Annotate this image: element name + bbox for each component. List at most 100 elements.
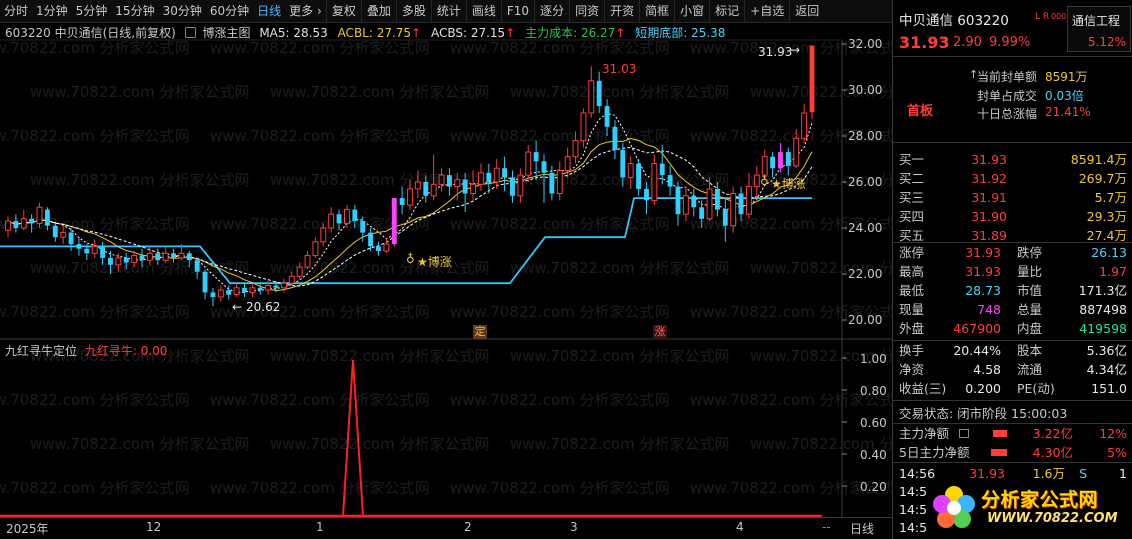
toolbar-timeshare[interactable]: 分时 [0,0,32,23]
candle-body [414,181,421,190]
order-book: 卖一卖二卖三卖四卖五买一31.938591.4万买二31.92269.7万买三3… [893,150,1132,243]
stat-label: 涨停 [899,245,925,260]
stats-row: 现量 748 总量 887498 [893,300,1132,319]
stats-row: 换手 20.44% 股本 5.36亿 [893,341,1132,360]
candle-body [320,227,327,243]
orderbook-row[interactable]: 买三 31.91 5.7万 [893,188,1132,207]
sub-indicator-value: 九红寻牛: 0.00 [84,344,168,358]
quote-header: 中贝通信 603220 L R 000 通信工程 5.12% 31.93 2.9… [893,0,1132,56]
toolbar-mini-window[interactable]: 小窗 [675,0,711,23]
candle-body [423,182,429,196]
logo-title: 分析家公式网 [981,489,1099,511]
candle-body [29,218,35,224]
watermark-text: www.70822.com 分析家公式网 [270,259,490,277]
orderbook-volume: 269.7万 [1078,171,1127,186]
candle-body [502,168,508,178]
quote-panel: 中贝通信 603220 L R 000 通信工程 5.12% 31.93 2.9… [892,0,1132,539]
watermark-text: www.70822.com 分析家公式网 [30,83,250,101]
signal-label: ★博涨 [417,255,452,269]
candle-body [376,246,381,251]
price-tick: 28.00 [848,129,883,143]
orderbook-row[interactable]: 买二 31.92 269.7万 [893,169,1132,188]
toolbar-adjust[interactable]: 复权 [327,0,362,23]
sub-tick: 0.60 [860,416,887,430]
candle-body [745,186,752,215]
orderbook-label: 买一 [899,152,925,167]
orderbook-row[interactable]: 买四 31.90 29.3万 [893,207,1132,226]
toolbar-mark[interactable]: 标记 [710,0,746,23]
toolbar-more[interactable]: 更多 › [285,0,327,23]
toolbar-open-capital[interactable]: 开资 [605,0,641,23]
candle-body [470,183,477,195]
candle-body [407,188,413,206]
date-label: 1 [316,520,324,534]
high-label-left: 31.03 [602,62,637,76]
candle-body [588,80,595,114]
candle-body [612,126,618,150]
signal-label: ★博涨 [771,177,806,191]
candle-body [699,207,705,219]
toolbar-draw[interactable]: 画线 [467,0,502,23]
candle-body [178,252,185,259]
toolbar-30min[interactable]: 30分钟 [159,0,206,23]
fund-detail-icon[interactable] [959,429,969,438]
candle-body [761,156,768,176]
sub-tick: 0.20 [860,480,887,494]
sector-box[interactable]: 通信工程 5.12% [1067,6,1131,52]
toolbar-add-watchlist[interactable]: +自选 [745,0,791,23]
fund-label: 5日主力净额 [899,445,970,460]
toolbar-5min[interactable]: 5分钟 [72,0,112,23]
sub-indicator-name[interactable]: 九红寻牛定位 [5,344,77,358]
toolbar-stats[interactable]: 统计 [432,0,467,23]
stock-name-code: 中贝通信 603220 [899,13,1009,29]
toolbar-overlay[interactable]: 叠加 [362,0,397,23]
candle-body [115,257,122,266]
kline-chart[interactable]: www.70822.com 分析家公式网 www.70822.com 分析家公式网… [0,23,892,539]
tick-time: 14:5 [899,520,928,535]
candle-body [572,140,579,158]
candle-body [793,137,800,167]
watermark-text: www.70822.com 分析家公式网 [510,347,730,365]
toolbar-daily[interactable]: 日线 [253,0,285,23]
period-label[interactable]: 日线 [850,520,874,537]
candle-body [667,175,673,187]
candle-body [194,260,200,272]
toolbar-multi-stock[interactable]: 多股 [397,0,432,23]
high-arrow-icon: → [790,43,801,57]
candle-body [76,244,82,249]
toolbar-simple-frame[interactable]: 简框 [640,0,676,23]
stat-value: 151.0 [1091,381,1127,396]
stat-value: 26.13 [1091,245,1127,260]
watermark-text: www.70822.com 分析家公式网 [210,391,430,409]
watermark-text: www.70822.com 分析家公式网 [270,347,490,365]
candle-body [139,255,145,261]
scroll-button[interactable]: -- [822,520,831,534]
stats-row: 最高 31.93 量比 1.97 [893,262,1132,281]
candle-body [627,163,634,178]
toolbar-1min[interactable]: 1分钟 [32,0,72,23]
candle-body [108,257,113,265]
stat-label: 跌停 [1017,245,1043,260]
orderbook-row[interactable]: 买一 31.93 8591.4万 [893,150,1132,169]
candle-body [5,220,11,231]
ten-day-label: 十日总涨幅 [977,107,1038,121]
toolbar-same-capital[interactable]: 同资 [570,0,606,23]
candle-body [91,245,98,254]
candle-body [84,248,90,254]
toolbar-back[interactable]: 返回 [790,0,824,23]
app-root: 分时 1分钟 5分钟 15分钟 30分钟 60分钟 日线 更多 › 复权 叠加 … [0,0,1132,539]
toolbar-f10[interactable]: F10 [502,0,536,23]
candle-body [336,214,342,224]
price-tick: 24.00 [848,221,883,235]
price-tick: 32.00 [848,37,883,51]
candle-body [809,45,815,113]
logo-url: WWW.70822.COM [987,511,1118,526]
toolbar-15min[interactable]: 15分钟 [111,0,158,23]
watermark-text: www.70822.com 分析家公式网 [510,259,730,277]
toolbar-tick[interactable]: 逐分 [535,0,571,23]
toolbar-60min[interactable]: 60分钟 [206,0,253,23]
stat-value: 419598 [1079,321,1127,336]
sub-tick: 0.40 [860,448,887,462]
sub-tick: 1.00 [860,352,887,366]
watermark-text: www.70822.com 分析家公式网 [210,39,430,57]
